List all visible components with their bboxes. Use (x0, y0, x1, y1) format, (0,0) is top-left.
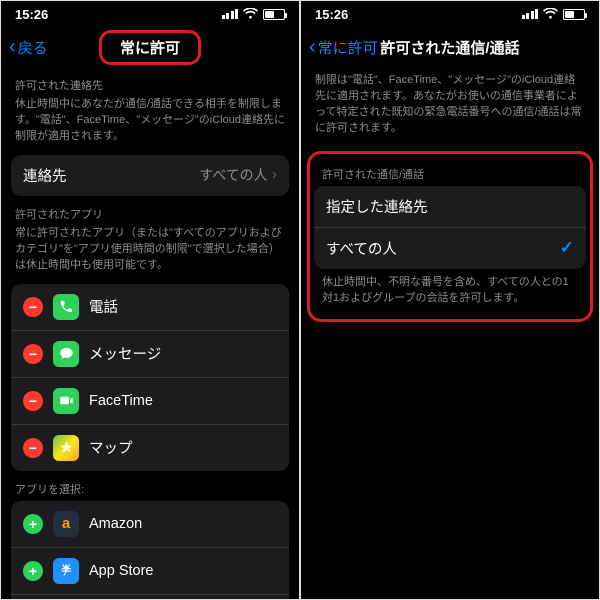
app-row-phone[interactable]: − 電話 (11, 284, 289, 330)
section-header-apps: 許可されたアプリ (1, 196, 299, 226)
add-icon[interactable]: + (23, 514, 43, 534)
app-row-amazon[interactable]: + a Amazon (11, 501, 289, 547)
facetime-app-icon (53, 388, 79, 414)
allowed-options-group: 指定した連絡先 すべての人 ✓ (314, 186, 586, 269)
status-indicators (222, 7, 286, 22)
app-label: FaceTime (89, 393, 277, 409)
remove-icon[interactable]: − (23, 344, 43, 364)
option-everyone[interactable]: すべての人 ✓ (314, 227, 586, 269)
amazon-app-icon: a (53, 511, 79, 537)
app-label: App Store (89, 563, 277, 579)
always-allowed-group: − 電話 − メッセージ − FaceTime (11, 284, 289, 471)
back-label: 常に許可 (318, 37, 378, 58)
app-row-appstore[interactable]: + App Store (11, 547, 289, 594)
phone-app-icon (53, 294, 79, 320)
cell-value: すべての人 (199, 165, 267, 185)
choose-apps-group: + a Amazon + App Store + Apple Store + (11, 501, 289, 599)
app-label: Amazon (89, 516, 277, 532)
status-bar: 15:26 (301, 1, 599, 27)
contacts-row[interactable]: 連絡先 すべての人 › (11, 155, 289, 196)
contacts-group: 連絡先 すべての人 › (11, 155, 289, 196)
chevron-left-icon: ‹ (9, 37, 16, 57)
cellular-icon (222, 9, 239, 19)
checkmark-icon: ✓ (560, 238, 574, 258)
section-note: 休止時間中、不明な番号を含め、すべての人との1対1およびグループの会話を許可しま… (312, 269, 588, 317)
chevron-left-icon: ‹ (309, 37, 316, 57)
nav-bar: ‹ 常に許可 許可された通信/通話 (301, 27, 599, 67)
section-note: 制限は"電話"、FaceTime、"メッセージ"のiCloud連絡先に適用されま… (301, 67, 599, 147)
highlighted-group: 許可された通信/通話 指定した連絡先 すべての人 ✓ 休止時間中、不明な番号を含… (307, 151, 593, 322)
content-area[interactable]: 許可された連絡先 休止時間中にあなたが通信/通話できる相手を制限します。"電話"… (1, 67, 299, 599)
status-time: 15:26 (315, 7, 348, 22)
cell-label: 指定した連絡先 (326, 196, 574, 217)
wifi-icon (543, 7, 558, 22)
app-row-facetime[interactable]: − FaceTime (11, 377, 289, 424)
cell-label: 連絡先 (23, 165, 199, 186)
remove-icon[interactable]: − (23, 297, 43, 317)
section-header-allowed: 許可された通信/通話 (312, 156, 588, 186)
content-area[interactable]: 制限は"電話"、FaceTime、"メッセージ"のiCloud連絡先に適用されま… (301, 67, 599, 599)
messages-app-icon (53, 341, 79, 367)
remove-icon[interactable]: − (23, 391, 43, 411)
status-bar: 15:26 (1, 1, 299, 27)
app-label: メッセージ (89, 343, 277, 364)
status-time: 15:26 (15, 7, 48, 22)
section-note: 常に許可されたアプリ（または"すべてのアプリおよびカテゴリ"を"アプリ使用時間の… (1, 226, 299, 284)
add-icon[interactable]: + (23, 561, 43, 581)
app-row-applestore[interactable]: + Apple Store (11, 594, 289, 599)
app-row-messages[interactable]: − メッセージ (11, 330, 289, 377)
wifi-icon (243, 7, 258, 22)
cell-label: すべての人 (326, 238, 560, 259)
chevron-right-icon: › (272, 166, 277, 184)
option-specific-contacts[interactable]: 指定した連絡先 (314, 186, 586, 227)
choose-apps-header: アプリを選択: (1, 471, 299, 501)
app-label: 電話 (89, 296, 277, 317)
battery-icon (263, 9, 285, 20)
section-header-contacts: 許可された連絡先 (1, 67, 299, 97)
phone-right: 15:26 ‹ 常に許可 許可された通信/通話 制限は"電話"、FaceTime… (300, 0, 600, 600)
section-note: 休止時間中にあなたが通信/通話できる相手を制限します。"電話"、FaceTime… (1, 97, 299, 155)
appstore-app-icon (53, 558, 79, 584)
back-button[interactable]: ‹ 常に許可 (309, 37, 378, 58)
app-row-maps[interactable]: − マップ (11, 424, 289, 471)
back-label: 戻る (18, 37, 48, 58)
status-indicators (522, 7, 586, 22)
battery-icon (563, 9, 585, 20)
remove-icon[interactable]: − (23, 438, 43, 458)
phone-left: 15:26 ‹ 戻る 常に許可 許可された連絡先 休止時間中にあなたが通信/通話… (0, 0, 300, 600)
app-label: マップ (89, 437, 277, 458)
back-button[interactable]: ‹ 戻る (9, 37, 48, 58)
nav-bar: ‹ 戻る 常に許可 (1, 27, 299, 67)
cellular-icon (522, 9, 539, 19)
maps-app-icon (53, 435, 79, 461)
